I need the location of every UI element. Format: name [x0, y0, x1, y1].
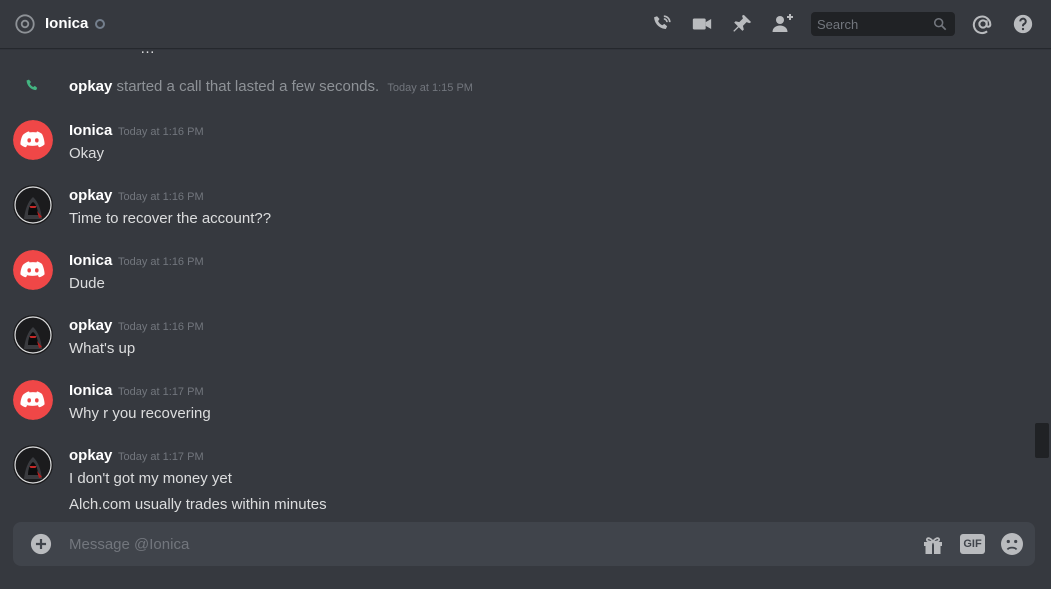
- message-text: I don't got my money yet: [69, 470, 232, 487]
- avatar[interactable]: [13, 315, 53, 355]
- avatar[interactable]: [13, 380, 53, 420]
- message-composer: GIF: [13, 522, 1035, 566]
- message-text: Time to recover the account??: [69, 210, 272, 227]
- hooded-figure-avatar-icon: [13, 315, 53, 355]
- call-actor[interactable]: opkay: [69, 78, 112, 95]
- channel-header: Ionica: [0, 0, 1051, 48]
- call-timestamp: Today at 1:15 PM: [387, 82, 473, 94]
- message-timestamp: Today at 1:16 PM: [118, 126, 204, 138]
- gift-icon[interactable]: [921, 533, 945, 557]
- avatar[interactable]: [13, 120, 53, 160]
- discord-logo-icon: [13, 380, 53, 420]
- message-author[interactable]: Ionica: [69, 252, 112, 269]
- page-title: Ionica: [45, 15, 89, 32]
- call-event: opkay started a call that lasted a few s…: [0, 74, 1030, 98]
- message-text: Why r you recovering: [69, 405, 211, 422]
- message-text: Alch.com usually trades within minutes: [69, 496, 327, 513]
- call-description: started a call that lasted a few seconds…: [116, 78, 380, 95]
- avatar[interactable]: [13, 250, 53, 290]
- call-event-text: opkay started a call that lasted a few s…: [69, 78, 473, 95]
- message-timestamp: Today at 1:17 PM: [118, 451, 204, 463]
- emoji-icon[interactable]: [1000, 532, 1024, 556]
- add-friend-icon[interactable]: [771, 12, 795, 36]
- help-icon[interactable]: [1011, 12, 1035, 36]
- at-icon: [15, 14, 35, 34]
- cropped-message-fragment: …: [140, 48, 155, 57]
- message-author[interactable]: Ionica: [69, 122, 112, 139]
- message-text: Dude: [69, 275, 105, 292]
- hooded-figure-avatar-icon: [13, 445, 53, 485]
- message-input[interactable]: [69, 533, 889, 555]
- message-author[interactable]: Ionica: [69, 382, 112, 399]
- message-author[interactable]: opkay: [69, 447, 112, 464]
- message-list[interactable]: … opkay started a call that lasted a few…: [0, 48, 1040, 522]
- avatar[interactable]: [13, 185, 53, 225]
- message-text: Okay: [69, 145, 105, 162]
- message-timestamp: Today at 1:16 PM: [118, 321, 204, 333]
- search-icon: [933, 17, 947, 31]
- gif-label: GIF: [960, 534, 985, 554]
- scrollbar-thumb[interactable]: [1035, 423, 1049, 458]
- discord-logo-icon: [13, 250, 53, 290]
- phone-call-icon: [26, 79, 38, 91]
- message-timestamp: Today at 1:17 PM: [118, 386, 204, 398]
- at-mentions-icon[interactable]: [971, 12, 995, 36]
- pin-icon[interactable]: [730, 12, 754, 36]
- hooded-figure-avatar-icon: [13, 185, 53, 225]
- avatar[interactable]: [13, 445, 53, 485]
- message-author[interactable]: opkay: [69, 187, 112, 204]
- phone-call-icon[interactable]: [650, 12, 674, 36]
- status-circle-icon: [95, 19, 105, 29]
- gif-icon[interactable]: GIF: [960, 534, 985, 554]
- search-box[interactable]: [811, 12, 955, 36]
- message-timestamp: Today at 1:16 PM: [118, 256, 204, 268]
- video-camera-icon[interactable]: [690, 12, 714, 36]
- discord-logo-icon: [13, 120, 53, 160]
- message-timestamp: Today at 1:16 PM: [118, 191, 204, 203]
- plus-circle-icon[interactable]: [30, 533, 52, 555]
- search-input[interactable]: [817, 16, 929, 32]
- message-text: What's up: [69, 340, 136, 357]
- message-author[interactable]: opkay: [69, 317, 112, 334]
